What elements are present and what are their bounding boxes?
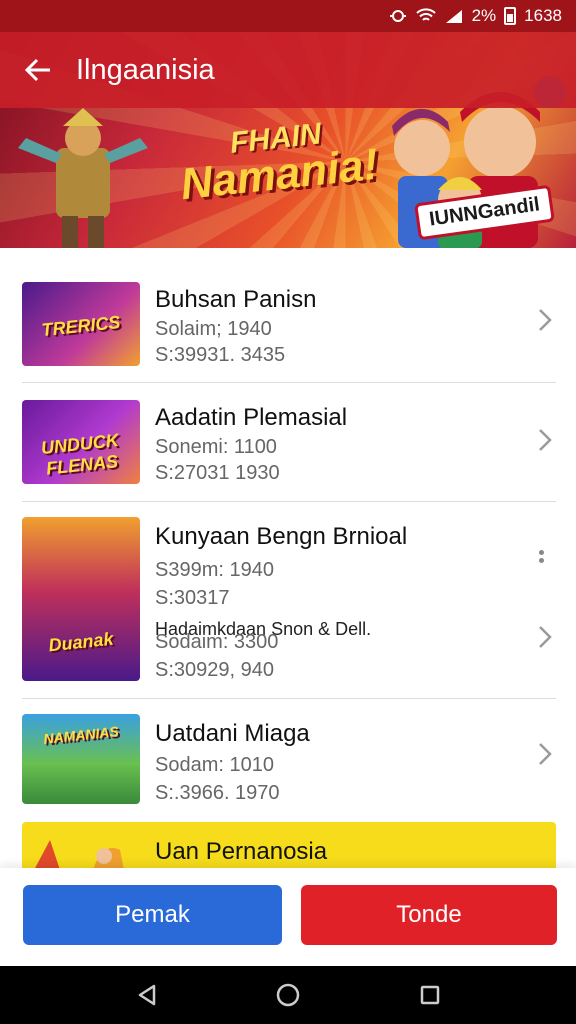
item-meta-quaternary: S:30929, 940	[155, 659, 274, 681]
item-meta-tertiary: Sodaim: 3300	[155, 631, 279, 653]
chevron-right-icon	[539, 309, 552, 331]
hero-banner[interactable]: FHAIN Namania! IUNNGandil Ilngaanisia	[0, 32, 576, 248]
item-meta-secondary: S:.3966. 1970	[155, 782, 280, 804]
list-item[interactable]: UNDUCK FLENAS Aadatin Plemasial Sonemi: …	[0, 384, 576, 500]
item-meta-secondary: S:39931. 3435	[155, 344, 286, 366]
vibrate-icon	[389, 10, 406, 22]
game-thumbnail: Duanak	[22, 517, 140, 681]
primary-action-button[interactable]: Pemak	[23, 885, 282, 945]
wifi-icon	[415, 8, 436, 21]
thumbnail-caption: NAMANIAS	[42, 722, 120, 747]
item-title: Aadatin Plemasial	[155, 404, 348, 431]
back-button[interactable]	[0, 32, 76, 108]
action-bar: Pemak Tonde	[0, 868, 576, 966]
game-thumbnail: TRERICS	[22, 282, 140, 366]
system-nav-bar	[0, 966, 576, 1024]
list-item[interactable]: NAMANIAS Uatdani Miaga Sodam: 1010 S:.39…	[0, 700, 576, 818]
thumbnail-caption: UNDUCK FLENAS	[40, 429, 120, 479]
item-meta: Sodam: 1010	[155, 754, 274, 776]
item-meta-secondary: S:27031 1930	[155, 462, 280, 484]
clock: 1638	[524, 6, 562, 25]
page-title: Ilngaanisia	[76, 53, 215, 86]
item-meta: Sonemi: 1100	[155, 436, 277, 458]
chevron-right-icon	[539, 429, 552, 451]
battery-icon	[504, 7, 517, 25]
chevron-right-icon	[539, 743, 552, 765]
nav-back-icon[interactable]	[132, 980, 162, 1010]
item-title: Uatdani Miaga	[155, 720, 310, 747]
game-thumbnail: NAMANIAS	[22, 714, 140, 804]
item-title: Kunyaan Bengn Brnioal	[155, 523, 408, 550]
list-item[interactable]: Duanak Kunyaan Bengn Brnioal S399m: 1940…	[0, 503, 576, 697]
list-divider	[22, 501, 556, 502]
signal-icon	[445, 10, 462, 23]
nav-recents-icon[interactable]	[415, 980, 445, 1010]
nav-home-icon[interactable]	[273, 980, 303, 1010]
list-divider	[22, 382, 556, 383]
arrow-left-icon	[24, 58, 50, 82]
item-meta-secondary: S:30317	[155, 587, 230, 609]
battery-percent: 2%	[471, 6, 497, 25]
secondary-action-button[interactable]: Tonde	[301, 885, 557, 945]
app-screen: 2% 1638 FHAIN Namania! IUNNGandil Ilngaa…	[0, 0, 576, 1024]
status-bar: 2% 1638	[0, 0, 576, 32]
item-meta: S399m: 1940	[155, 559, 274, 581]
more-options-icon[interactable]	[539, 547, 547, 566]
list-divider	[22, 698, 556, 699]
app-bar: Ilngaanisia	[0, 32, 576, 108]
hero-warrior-illustration	[18, 108, 148, 248]
thumbnail-caption: TRERICS	[40, 311, 122, 340]
item-meta: Solaim; 1940	[155, 318, 272, 340]
game-thumbnail: UNDUCK FLENAS	[22, 400, 140, 484]
promo-title: Uan Pernanosia	[155, 838, 328, 865]
item-title: Buhsan Panisn	[155, 286, 317, 313]
chevron-right-icon	[539, 626, 552, 648]
list-item[interactable]: TRERICS Buhsan Panisn Solaim; 1940 S:399…	[0, 266, 576, 382]
thumbnail-caption: Duanak	[47, 628, 115, 656]
